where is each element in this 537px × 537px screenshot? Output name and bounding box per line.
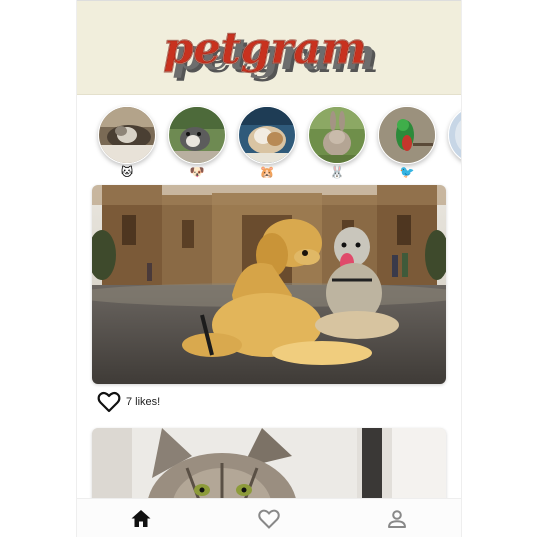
story-emoji: 🐱 xyxy=(120,165,134,179)
story-emoji: 🐹 xyxy=(259,165,275,179)
favorites-icon[interactable] xyxy=(257,507,281,531)
story-emoji: 🐦 xyxy=(399,165,415,179)
story-emoji: 🐶 xyxy=(189,165,205,179)
dog-avatar[interactable] xyxy=(168,106,226,164)
bird-avatar[interactable] xyxy=(378,106,436,164)
home-icon[interactable] xyxy=(129,507,153,531)
cat-photo xyxy=(92,428,446,508)
cat-avatar[interactable] xyxy=(98,106,156,164)
story-avatar-partial[interactable] xyxy=(448,106,461,164)
story-item[interactable]: 🐶 xyxy=(168,106,226,179)
story-item[interactable]: 🐱 xyxy=(98,106,156,179)
app-shell: petgram petgram petgram petgram 🐱 🐶 🐹 🐰 … xyxy=(76,0,462,537)
story-item[interactable]: 🐰 xyxy=(308,106,366,179)
user-icon[interactable] xyxy=(385,507,409,531)
rabbit-avatar[interactable] xyxy=(308,106,366,164)
svg-text:petgram: petgram xyxy=(163,24,366,74)
story-item[interactable]: 🐹 xyxy=(238,106,296,179)
petgram-logo[interactable]: petgram petgram petgram petgram xyxy=(77,1,461,94)
post-photo[interactable] xyxy=(92,185,446,384)
story-item[interactable]: 🐦 xyxy=(378,106,436,179)
dogs-photo xyxy=(92,185,446,384)
app-header: petgram petgram petgram petgram xyxy=(77,1,461,95)
like-row: 7 likes! xyxy=(97,391,160,413)
likes-count: 7 likes! xyxy=(126,396,161,408)
story-item[interactable] xyxy=(448,106,461,164)
bottom-navbar xyxy=(77,498,461,537)
post-photo[interactable] xyxy=(92,428,446,508)
heart-icon[interactable] xyxy=(97,391,121,413)
hamster-avatar[interactable] xyxy=(238,106,296,164)
stories-carousel[interactable]: 🐱 🐶 🐹 🐰 🐦 xyxy=(77,95,461,183)
story-emoji: 🐰 xyxy=(329,165,345,179)
